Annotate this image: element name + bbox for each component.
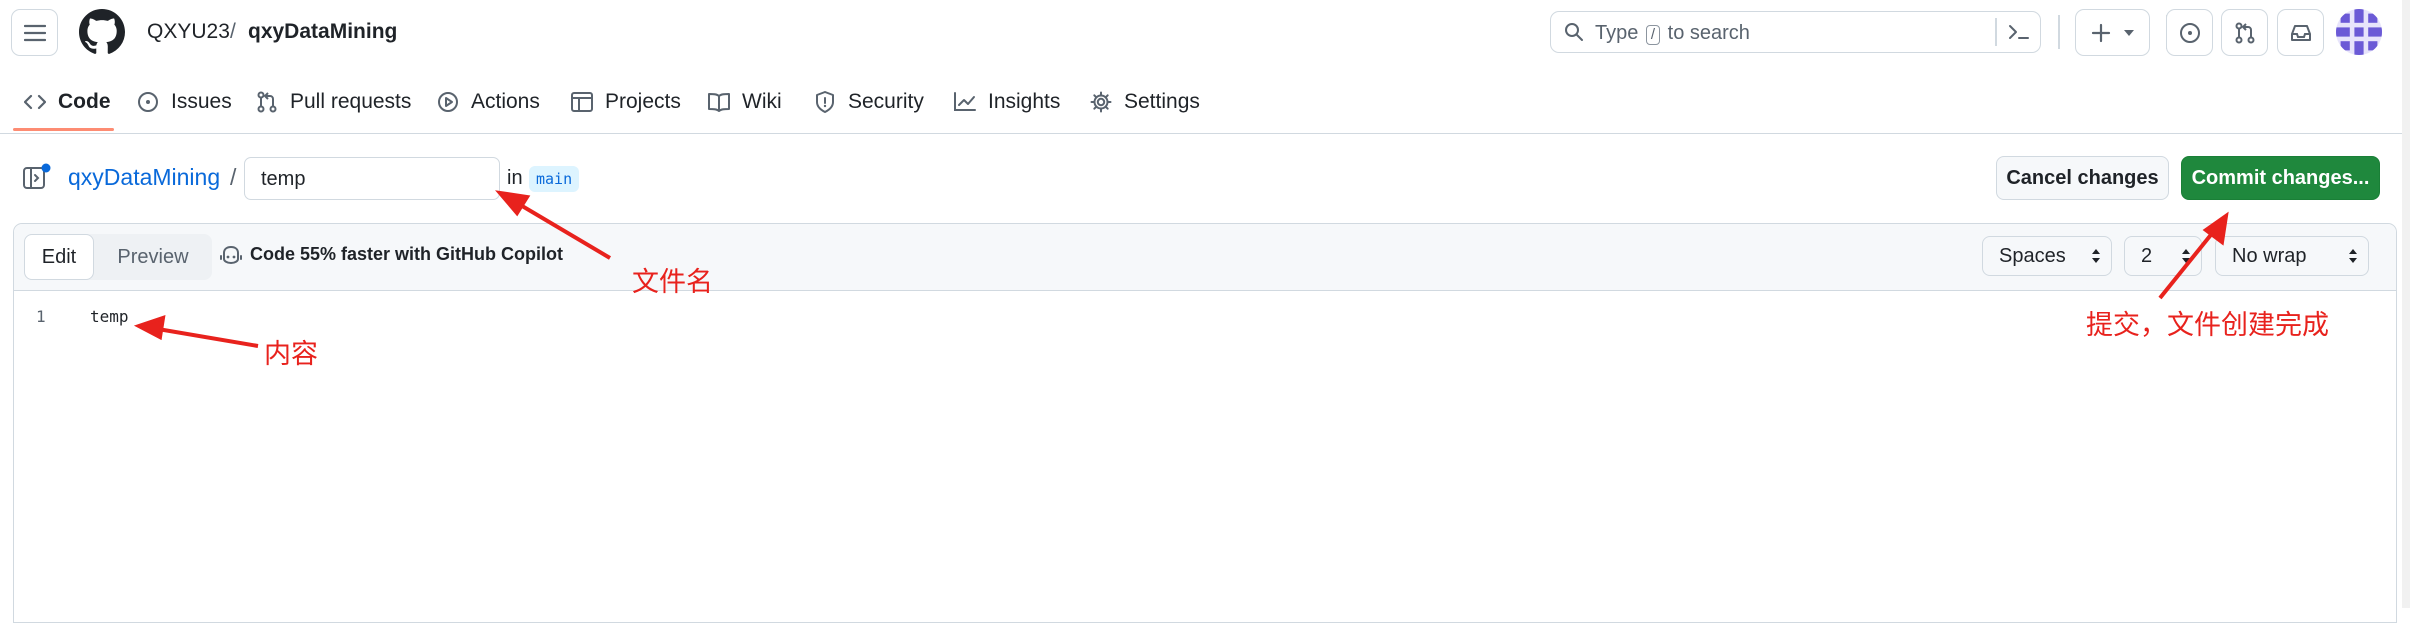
commit-annotation: 提交，文件创建完成	[2086, 310, 2329, 341]
filename-arrow	[510, 198, 612, 260]
annotation-arrows	[133, 190, 2229, 348]
filename-annotation: 文件名	[632, 267, 713, 298]
content-arrow	[151, 326, 259, 348]
commit-arrow	[2158, 224, 2220, 300]
content-arrowhead	[133, 315, 166, 341]
filename-arrowhead	[495, 190, 531, 217]
content-annotation: 内容	[264, 339, 318, 370]
